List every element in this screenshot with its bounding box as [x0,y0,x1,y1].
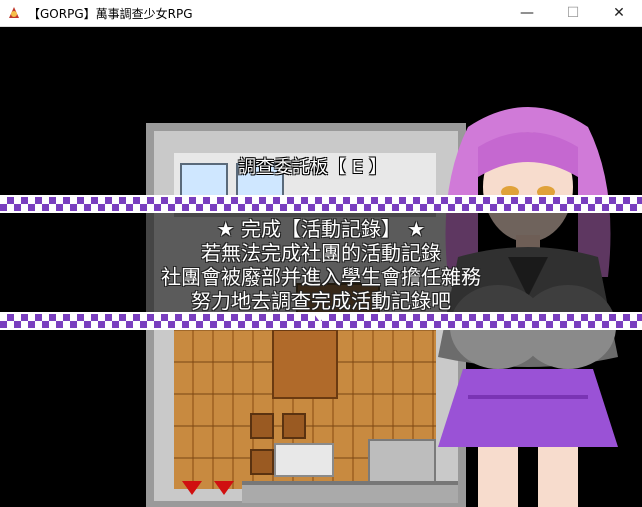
request-board-sign: 調查委託板【 E 】 [238,157,387,178]
game-app-icon [9,7,19,18]
wooden-desk [272,329,338,399]
chair [250,449,274,475]
chair [250,413,274,439]
chair [282,413,306,439]
maximize-button[interactable]: ☐ [550,0,596,26]
minimize-button[interactable]: — [504,0,550,26]
window-title: 【GORPG】萬事調查少女RPG [28,7,193,21]
side-table [274,443,334,477]
room-bottom-wall [242,481,458,503]
continue-arrow-icon[interactable] [314,314,326,322]
dialog-line: 努力地去調查完成活動記錄吧 [191,289,451,313]
dialog-border-top [0,195,642,213]
exit-arrow-icon[interactable] [182,481,202,495]
window-titlebar: 【GORPG】萬事調查少女RPG — ☐ ✕ [0,0,642,27]
close-button[interactable]: ✕ [596,0,642,26]
game-viewport[interactable]: 調查委託板【 E 】 ★ 完成【活動記錄】 ★ 若無法完成社團的活動記錄 社團會… [0,27,642,507]
exit-arrow-icon[interactable] [214,481,234,495]
